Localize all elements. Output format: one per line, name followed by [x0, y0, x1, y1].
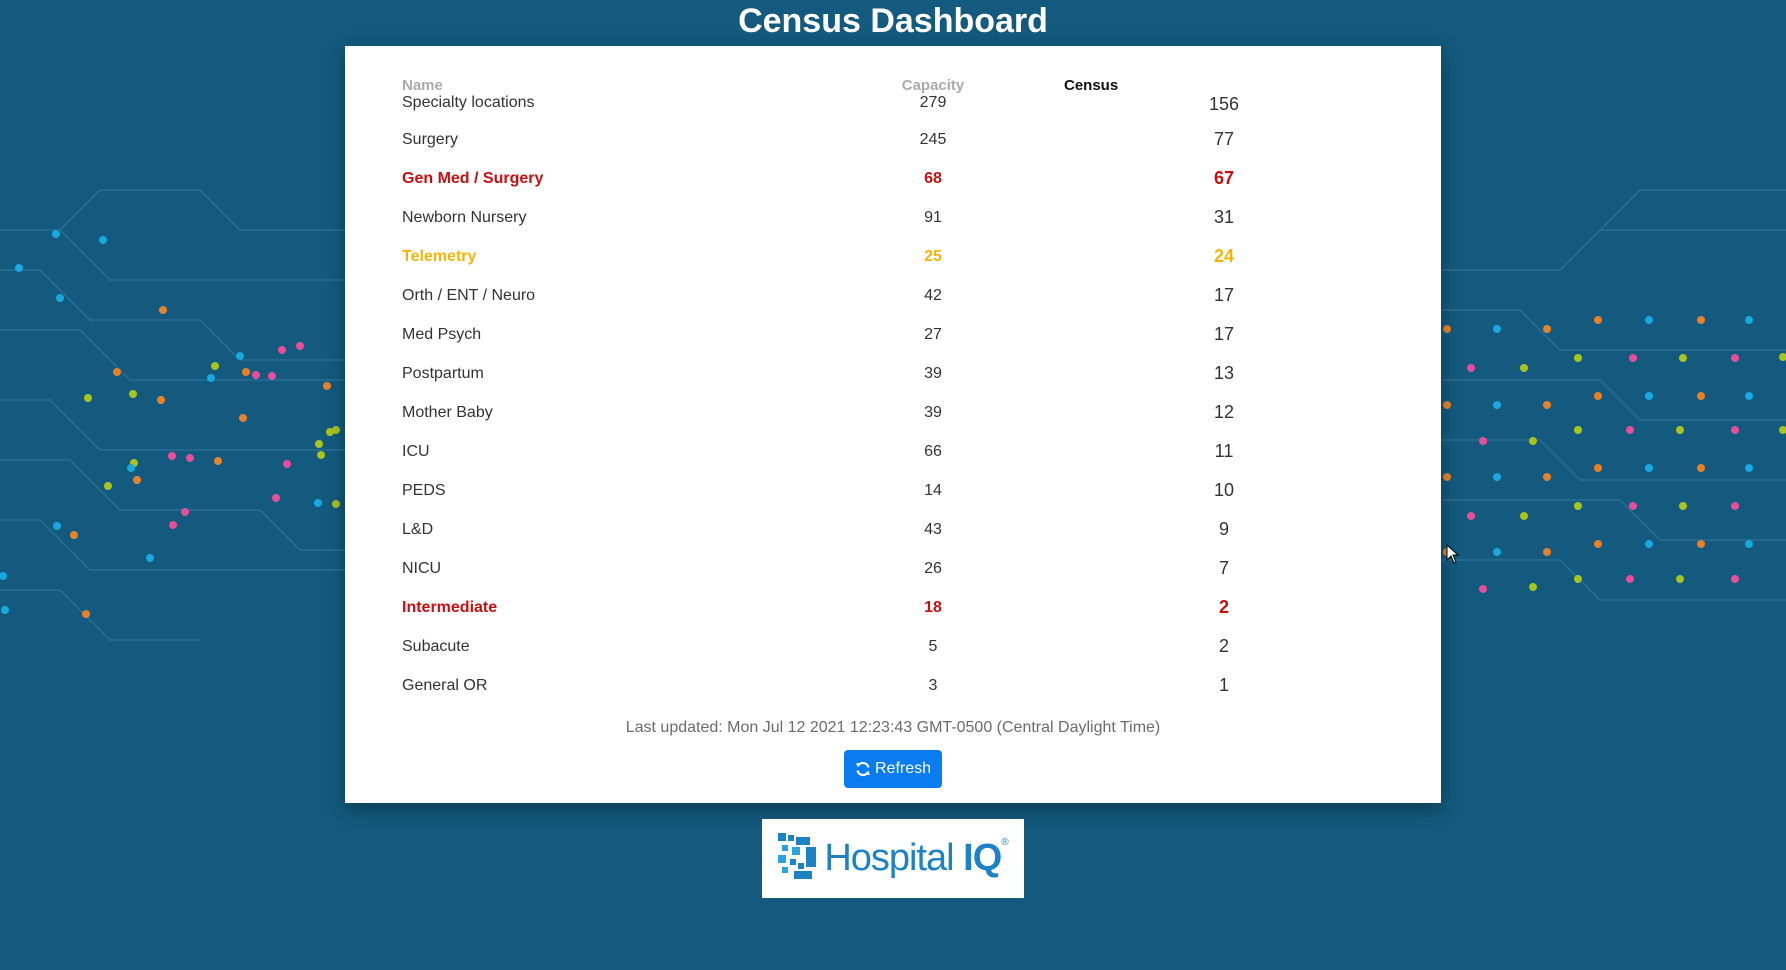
table-row: ICU 66 11 [402, 432, 1384, 471]
page-title: Census Dashboard [738, 2, 1048, 40]
column-header-census[interactable]: Census [1064, 72, 1384, 94]
census-value: 17 [1213, 324, 1235, 344]
census-value: 156 [1208, 94, 1240, 114]
census-value: 77 [1213, 129, 1235, 149]
census-value: 24 [1213, 246, 1235, 266]
table-row: Orth / ENT / Neuro 42 17 [402, 276, 1384, 315]
census-card: Name Capacity Census Specialty locations… [345, 46, 1441, 803]
census-value: 67 [1213, 168, 1235, 188]
unit-name: Intermediate [402, 598, 498, 616]
table-row: PEDS 14 10 [402, 471, 1384, 510]
table-row: Telemetry 25 24 [402, 237, 1384, 276]
hospital-iq-logo-mark-icon [778, 833, 820, 884]
capacity-value: 27 [924, 325, 942, 343]
hospital-iq-logo: Hospital IQ® [762, 819, 1024, 898]
logo-text-main: Hospital [824, 837, 954, 879]
census-value: 9 [1218, 519, 1229, 539]
unit-name: General OR [402, 676, 488, 694]
column-header-name[interactable]: Name [402, 72, 802, 94]
table-row: Gen Med / Surgery 68 67 [402, 159, 1384, 198]
unit-name: Telemetry [402, 247, 477, 265]
capacity-value: 3 [928, 676, 938, 694]
census-value: 2 [1218, 597, 1229, 617]
capacity-value: 5 [928, 637, 938, 655]
logo-wordmark: Hospital IQ® [824, 837, 1008, 880]
unit-name: Mother Baby [402, 403, 493, 421]
census-value: 2 [1218, 636, 1229, 656]
unit-name: Newborn Nursery [402, 208, 527, 226]
last-updated-text: Last updated: Mon Jul 12 2021 12:23:43 G… [625, 719, 1161, 736]
census-value: 11 [1214, 441, 1234, 461]
table-row: Surgery 245 77 [402, 120, 1384, 159]
table-row: Mother Baby 39 12 [402, 393, 1384, 432]
census-value: 1 [1218, 675, 1229, 695]
capacity-value: 279 [919, 94, 947, 111]
table-row: Specialty locations 279 156 [402, 94, 1384, 120]
unit-name: Gen Med / Surgery [402, 169, 544, 187]
capacity-value: 14 [924, 481, 942, 499]
unit-name: Subacute [402, 637, 470, 655]
capacity-value: 26 [924, 559, 942, 577]
capacity-value: 91 [924, 208, 942, 226]
capacity-value: 43 [924, 520, 942, 538]
census-value: 12 [1213, 402, 1235, 422]
table-row: Intermediate 18 2 [402, 588, 1384, 627]
census-value: 17 [1213, 285, 1235, 305]
table-row: Subacute 5 2 [402, 627, 1384, 666]
capacity-value: 39 [924, 403, 942, 421]
capacity-value: 68 [924, 169, 942, 187]
capacity-value: 42 [924, 286, 942, 304]
unit-name: ICU [402, 442, 430, 460]
table-header-row: Name Capacity Census [402, 72, 1384, 94]
table-row: Postpartum 39 13 [402, 354, 1384, 393]
unit-name: PEDS [402, 481, 446, 499]
census-value: 10 [1213, 480, 1235, 500]
refresh-button[interactable]: Refresh [844, 750, 942, 788]
capacity-value: 18 [924, 598, 942, 616]
logo-registered-mark: ® [1001, 837, 1008, 848]
unit-name: Specialty locations [402, 94, 535, 111]
column-header-capacity[interactable]: Capacity [802, 72, 1064, 94]
table-row: L&D 43 9 [402, 510, 1384, 549]
capacity-value: 25 [924, 247, 942, 265]
table-row: Newborn Nursery 91 31 [402, 198, 1384, 237]
logo-text-accent: IQ [963, 837, 1002, 879]
unit-name: Surgery [402, 130, 459, 148]
unit-name: Postpartum [402, 364, 484, 382]
capacity-value: 39 [924, 364, 942, 382]
unit-name: Med Psych [402, 325, 482, 343]
capacity-value: 245 [919, 130, 947, 148]
refresh-icon [855, 761, 871, 777]
unit-name: NICU [402, 559, 442, 577]
refresh-button-label: Refresh [874, 760, 932, 777]
unit-name: L&D [402, 520, 434, 538]
table-row: NICU 26 7 [402, 549, 1384, 588]
mouse-cursor-icon [1446, 543, 1460, 569]
unit-name: Orth / ENT / Neuro [402, 286, 536, 304]
table-row: General OR 3 1 [402, 666, 1384, 705]
census-value: 31 [1213, 207, 1235, 227]
capacity-value: 66 [924, 442, 942, 460]
census-table: Name Capacity Census Specialty locations… [402, 72, 1384, 705]
census-value: 7 [1218, 558, 1229, 578]
census-value: 13 [1213, 363, 1235, 383]
table-row: Med Psych 27 17 [402, 315, 1384, 354]
